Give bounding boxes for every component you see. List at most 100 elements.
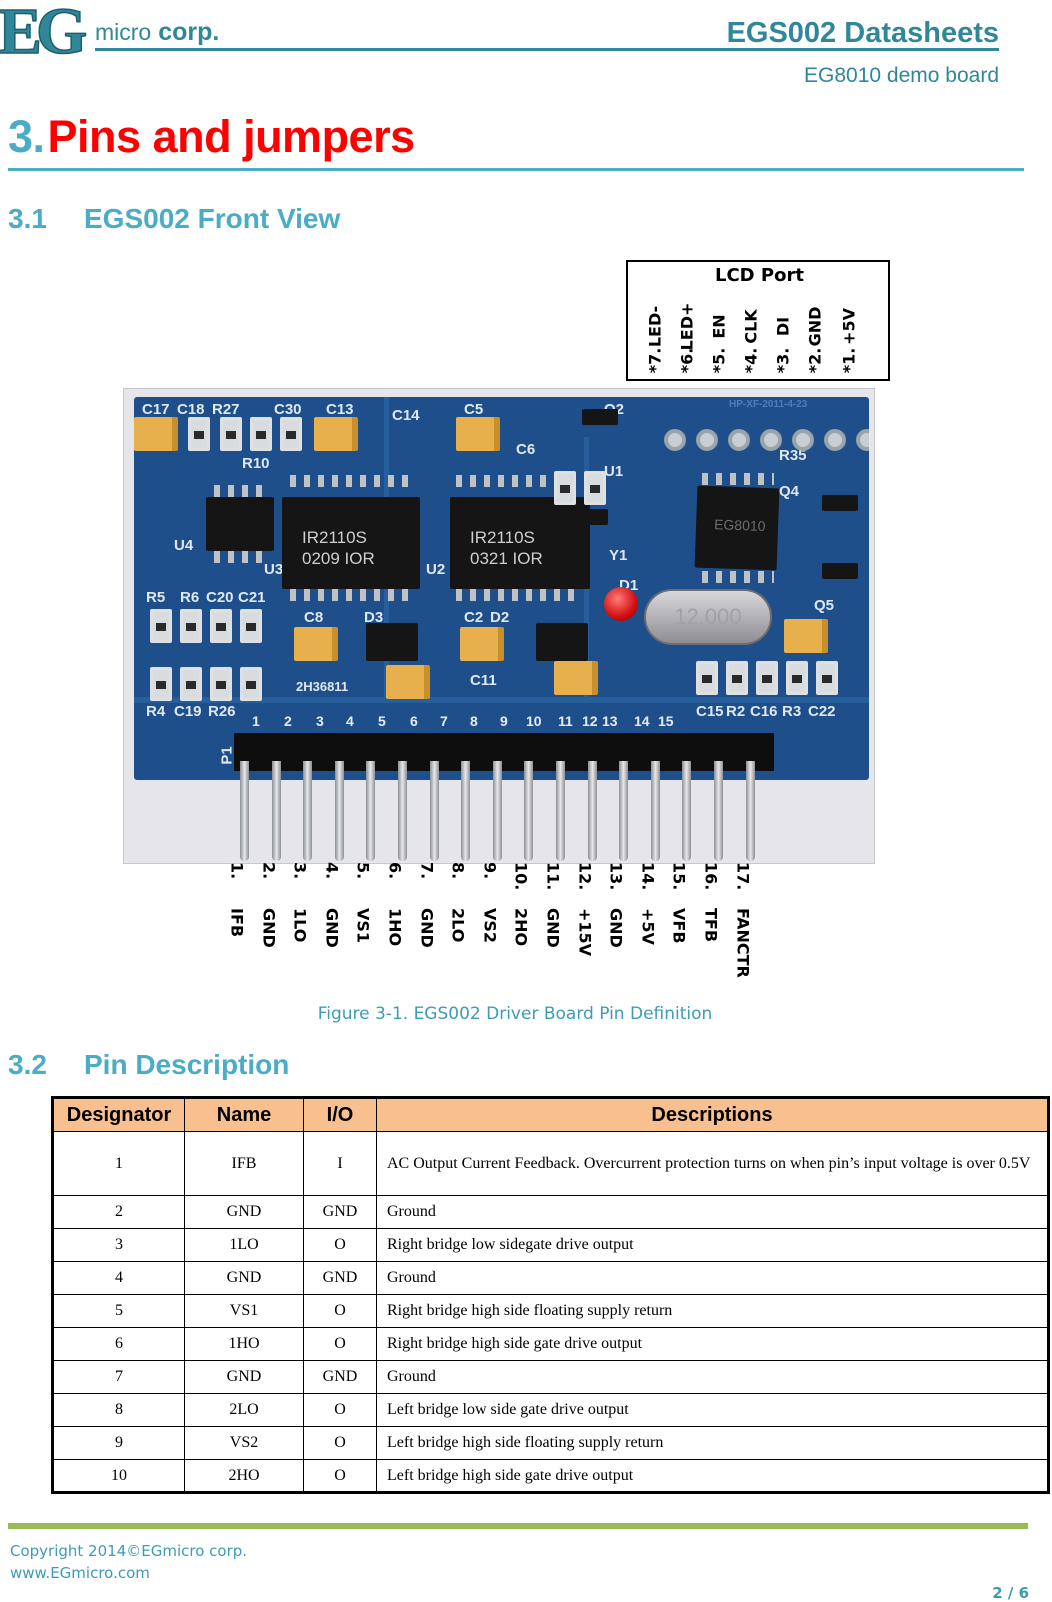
cell-designator: 10 <box>52 1459 185 1493</box>
pin-label-number: 3. <box>290 862 310 880</box>
pin-label-number: 17. <box>733 862 753 891</box>
pin-leg <box>303 761 313 861</box>
table-row: 1 IFB I AC Output Current Feedback. Overcur… <box>52 1131 1049 1196</box>
cell-io: O <box>303 1393 377 1427</box>
smd-part <box>250 417 272 451</box>
silk-label: C22 <box>808 703 836 720</box>
chip-pins <box>214 551 270 563</box>
header-number: 13 <box>602 713 618 729</box>
cell-io: O <box>303 1327 377 1361</box>
silk-label: U1 <box>604 463 624 480</box>
pin-label: 10. 2HO <box>506 862 536 984</box>
silk-label: C21 <box>238 589 266 606</box>
pin-labels: 1. IFB 2. GND 3. 1LO 4. GND 5. VS1 6. 1HO 7. GND 8. 2LO… <box>222 862 782 984</box>
pin-label-name: FANCTR <box>733 908 753 978</box>
lcd-header-holes <box>664 429 869 451</box>
subsection-heading-pin-description: 3.2 Pin Description <box>8 1049 289 1081</box>
pin-leg <box>429 761 439 861</box>
pin-label: 9. VS2 <box>475 862 505 984</box>
chip-pins <box>290 589 414 601</box>
header-number: 12 <box>582 713 598 729</box>
cell-description: Left bridge high side gate drive output <box>376 1459 1049 1493</box>
smd-part <box>180 609 202 643</box>
silk-label: Q5 <box>814 597 835 614</box>
website-link[interactable]: www.EGmicro.com <box>10 1562 247 1584</box>
pin-label: 17. FANCTR <box>728 862 758 984</box>
lcd-pin: +5V *1. <box>834 282 864 378</box>
lcd-pin-name: LED- <box>645 305 665 348</box>
section-title: Pins and jumpers <box>47 111 416 162</box>
smd-part <box>280 417 302 451</box>
header-number: 8 <box>470 713 478 729</box>
chip-u2-ir2110s: IR2110S 0321 IOR <box>450 497 590 589</box>
pin-leg <box>587 761 597 861</box>
capacitor <box>134 417 178 451</box>
cell-name: IFB <box>184 1131 304 1196</box>
cell-name: GND <box>184 1195 304 1229</box>
capacitor <box>460 627 504 661</box>
cell-description: Ground <box>376 1360 1049 1394</box>
pin-label-name: GND <box>606 908 626 948</box>
lcd-pin-number: *1. <box>839 347 859 374</box>
document-title: EGS002 Datasheets <box>726 17 999 49</box>
pin-label: 6. 1HO <box>380 862 410 984</box>
cell-designator: 9 <box>52 1426 185 1460</box>
cell-name: 1HO <box>184 1327 304 1361</box>
eg-logo: EG <box>0 0 92 57</box>
silk-label: Q4 <box>779 483 800 500</box>
chip-pins <box>290 475 414 487</box>
cell-io: GND <box>303 1360 377 1394</box>
smd-part <box>150 667 172 701</box>
cell-designator: 4 <box>52 1261 185 1295</box>
header-number: 1 <box>252 713 260 729</box>
chip-u1-eg8010: EG8010 <box>694 485 780 571</box>
smd-part <box>726 661 748 695</box>
silk-label: Y1 <box>609 547 628 564</box>
lcd-pin-number: *2. <box>805 347 825 374</box>
pin-leg <box>556 761 565 861</box>
pin-label: 15. VFB <box>664 862 694 984</box>
logo-mark: EG <box>0 0 86 57</box>
cell-io: O <box>303 1228 377 1262</box>
header-number: 11 <box>558 713 573 729</box>
board-code: 2H36811 <box>296 679 349 694</box>
cell-description: Ground <box>376 1195 1049 1229</box>
pin-label-name: GND <box>543 908 563 948</box>
pin-header-strip <box>234 733 774 771</box>
silk-label: R5 <box>146 589 166 606</box>
pin-label: 11. GND <box>538 862 568 984</box>
chip-u4 <box>206 497 274 551</box>
lcd-pin: DI *3. <box>768 282 798 378</box>
pin-leg <box>524 761 534 861</box>
copyright-text: Copyright 2014©EGmicro corp. <box>10 1542 248 1560</box>
pin-label-number: 6. <box>385 862 405 880</box>
cell-description: Left bridge low side gate drive output <box>376 1393 1049 1427</box>
lcd-pin-number: *6. <box>677 347 697 374</box>
pin-leg <box>714 761 723 861</box>
footer-rule <box>8 1523 1028 1529</box>
pin-label-number: 10. <box>511 862 531 891</box>
pin-label-name: 2HO <box>511 908 531 947</box>
cell-description: Ground <box>376 1261 1049 1295</box>
pin-label-name: VS1 <box>353 908 373 944</box>
logo-corp: corp. <box>158 18 220 46</box>
pin-label-number: 7. <box>417 862 437 880</box>
pin-leg <box>240 761 249 861</box>
column-header-designator: Designator <box>52 1097 185 1132</box>
pin-label-name: +15V <box>575 908 595 957</box>
logo-wordmark: micro corp. <box>95 18 219 47</box>
document-subtitle: EG8010 demo board <box>804 64 999 87</box>
header-number: 15 <box>658 713 674 729</box>
silk-label: C13 <box>326 401 354 418</box>
cell-description: Left bridge high side floating supply re… <box>376 1426 1049 1460</box>
pin-leg <box>366 761 376 861</box>
lcd-pin: CLK *4. <box>736 282 766 378</box>
pin-label: 2. GND <box>254 862 284 984</box>
cell-name: VS1 <box>184 1294 304 1328</box>
cell-designator: 7 <box>52 1360 185 1394</box>
table-row: 3 1LO O Right bridge low sidegate drive out… <box>52 1228 1049 1262</box>
pin-leg <box>745 761 755 861</box>
lcd-pin-number: *7. <box>645 347 665 374</box>
smd-part <box>816 661 838 695</box>
pin-leg <box>334 761 344 861</box>
